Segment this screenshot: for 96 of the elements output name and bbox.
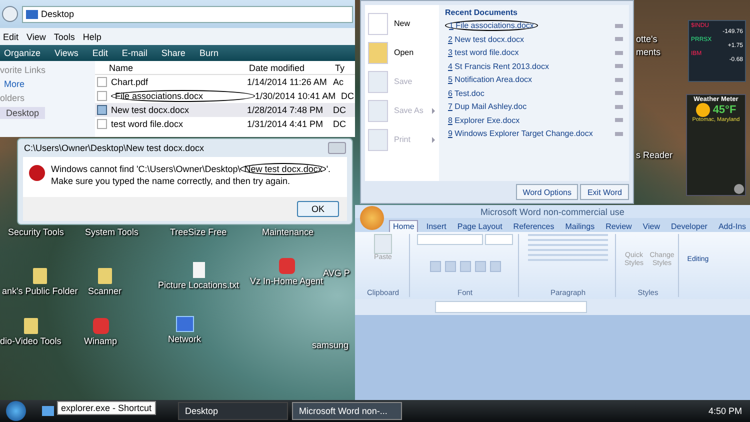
toolbar-button[interactable]: Organize	[4, 48, 41, 58]
desktop-icon-label[interactable]: ments	[636, 47, 661, 57]
error-message: Windows cannot find 'C:\Users\Owner\Desktop\ New test docx.docx '. Make sure you typed the name correctly, and then try again.	[51, 163, 332, 187]
file-type: DC	[333, 105, 347, 115]
dialog-title: C:\Users\Owner\Desktop\New test docx.docx	[24, 143, 204, 153]
computer-icon[interactable]	[176, 316, 194, 332]
recent-document[interactable]: 6 Test.doc	[445, 88, 623, 99]
checkbox[interactable]	[97, 91, 107, 101]
ribbon-tab[interactable]: Mailings	[562, 221, 598, 232]
menu-command[interactable]: Open	[365, 40, 439, 65]
recent-document[interactable]: 3 test word file.docx	[445, 47, 623, 58]
checkbox[interactable]	[97, 119, 107, 129]
formatting-buttons-drawing	[430, 261, 500, 272]
desktop-icon-label[interactable]: Winamp	[84, 336, 118, 346]
desktop-icon-label[interactable]: otte's	[636, 34, 658, 44]
menu-footer-button[interactable]: Word Options	[516, 184, 578, 200]
file-name: Chart.pdf	[111, 77, 150, 87]
menu-command[interactable]: New	[365, 11, 439, 36]
recent-document[interactable]: 4 St Francis Rent 2013.docx	[445, 60, 623, 72]
file-row[interactable]: New test docx.docx 1/28/2014 7:48 PM DC	[95, 103, 355, 117]
recent-document[interactable]: 9 Windows Explorer Target Change.docx	[445, 128, 623, 140]
ribbon-tab[interactable]: Page Layout	[454, 221, 506, 232]
desktop-icon-label[interactable]: s Reader	[636, 150, 673, 160]
app-icon[interactable]	[92, 318, 108, 334]
app-icon[interactable]	[278, 258, 295, 274]
file-type: Ac	[333, 77, 345, 87]
back-button-icon[interactable]	[2, 6, 18, 22]
menu-item[interactable]: Help	[82, 32, 102, 42]
toolbar-button[interactable]: Views	[54, 48, 78, 58]
error-icon	[29, 165, 45, 181]
folder-icon[interactable]	[98, 268, 112, 284]
file-date: 1/30/2014 10:41 AM	[255, 91, 337, 101]
file-name: New test docx.docx	[111, 105, 190, 115]
clock: 4:50 PM	[708, 406, 742, 416]
tooltip: explorer.exe - Shortcut	[57, 401, 156, 415]
desktop-icon-label[interactable]: TreeSize Free	[170, 227, 227, 237]
address-bar[interactable]: Desktop	[22, 6, 353, 22]
column-header[interactable]: Ty	[335, 62, 349, 72]
sun-icon	[696, 103, 710, 117]
toolbar-button[interactable]: Edit	[92, 48, 108, 58]
file-row[interactable]: test word file.docx 1/31/2014 4:41 PM DC	[95, 117, 355, 131]
checkbox[interactable]	[97, 77, 107, 87]
folder-icon[interactable]	[24, 318, 38, 334]
ok-button[interactable]: OK	[297, 201, 339, 217]
menu-item[interactable]: View	[26, 32, 46, 42]
ribbon-tab[interactable]: Home	[389, 220, 418, 232]
sidebar-item[interactable]: More	[0, 79, 95, 89]
column-header[interactable]: Name	[109, 62, 249, 72]
file-name: test word file.docx	[111, 119, 184, 129]
menu-item[interactable]: Edit	[3, 32, 19, 42]
taskbar-button[interactable]: Desktop	[178, 402, 288, 420]
file-row[interactable]: File associations.docx 1/30/2014 10:41 AM DC	[95, 89, 355, 103]
moon-icon	[734, 184, 744, 194]
ribbon-tab[interactable]: Add-Ins	[715, 221, 750, 232]
file-date: 1/14/2014 11:26 AM	[247, 77, 328, 87]
ribbon-tab[interactable]: Review	[602, 221, 635, 232]
font-name-field[interactable]	[417, 234, 483, 245]
checkbox[interactable]	[97, 105, 107, 115]
recent-document[interactable]: 7 Dup Mail Ashley.doc	[445, 101, 623, 112]
recent-documents-heading: Recent Documents	[445, 8, 518, 17]
file-name: File associations.docx	[111, 90, 255, 102]
temperature: 45°F	[712, 104, 736, 116]
desktop-icon-label[interactable]: dio-Video Tools	[0, 336, 62, 346]
file-type: DC	[333, 119, 347, 129]
recent-document[interactable]: 5 Notification Area.docx	[445, 74, 623, 86]
toolbar-button[interactable]: E-mail	[122, 48, 148, 58]
toolbar-button[interactable]: Share	[161, 48, 186, 58]
window-title: Microsoft Word non-commercial use	[480, 206, 624, 216]
ribbon-tab[interactable]: Developer	[668, 221, 710, 232]
recent-document[interactable]: 2 New test docx.docx	[445, 34, 623, 45]
start-button[interactable]	[6, 401, 26, 421]
sidebar-item[interactable]: Desktop	[0, 107, 46, 119]
ribbon-tab[interactable]: References	[510, 221, 558, 232]
close-icon[interactable]	[328, 142, 346, 154]
desktop-icon-label[interactable]: Network	[168, 334, 202, 344]
desktop-icon-label[interactable]: System Tools	[85, 227, 138, 237]
file-type: DC	[341, 91, 355, 101]
folder-icon[interactable]	[32, 268, 47, 284]
file-date: 1/31/2014 4:41 PM	[247, 119, 324, 129]
desktop-icon-label[interactable]: Picture Locations.txt	[158, 280, 240, 290]
column-header[interactable]: Date modified	[249, 62, 335, 72]
desktop-icon-label[interactable]: Scanner	[88, 286, 122, 296]
toolbar-button[interactable]: Burn	[199, 48, 218, 58]
desktop-icon-label[interactable]: Maintenance	[262, 227, 314, 237]
office-button[interactable]	[360, 206, 384, 230]
ribbon-tab[interactable]: Insert	[423, 221, 450, 232]
menu-footer-button[interactable]: Exit Word	[580, 184, 629, 200]
recent-document[interactable]: 8 Explorer Exe.docx	[445, 114, 623, 126]
ribbon-tab[interactable]: View	[640, 221, 663, 232]
file-row[interactable]: Chart.pdf 1/14/2014 11:26 AM Ac	[95, 75, 355, 89]
menu-item[interactable]: Tools	[54, 32, 75, 42]
taskbar-button[interactable]: Microsoft Word non-...	[292, 402, 402, 420]
file-date: 1/28/2014 7:48 PM	[247, 105, 324, 115]
desktop-icon-label[interactable]: ank's Public Folder	[2, 286, 78, 296]
desktop-icon-label[interactable]: Security Tools	[8, 227, 64, 237]
document-icon[interactable]	[192, 262, 205, 278]
